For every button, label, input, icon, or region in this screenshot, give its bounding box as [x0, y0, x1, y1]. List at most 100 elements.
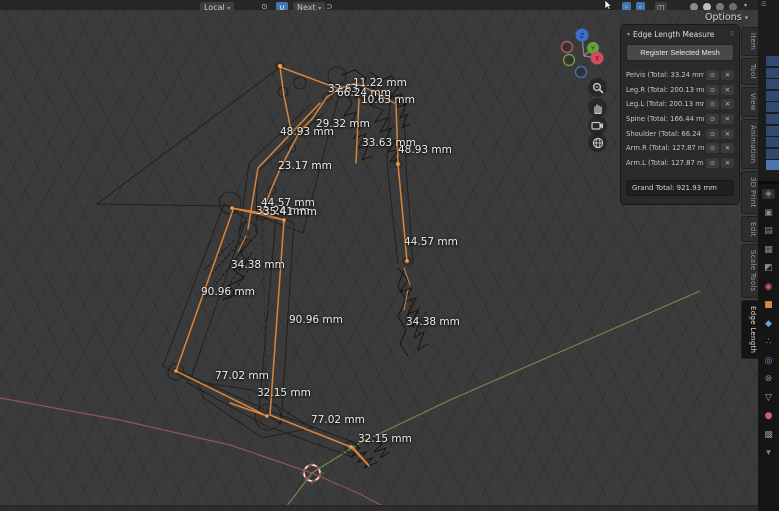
show-gizmo-toggle[interactable]: ◦	[622, 2, 631, 10]
tab-3d-print[interactable]: 3D Print	[741, 171, 758, 214]
navigation-gizmo[interactable]: Z Y X	[556, 16, 612, 86]
outliner-row[interactable]	[766, 90, 779, 101]
properties-tab-view-layer[interactable]: ▦	[764, 245, 773, 255]
zoom-tool-button[interactable]	[588, 78, 607, 97]
edge-length-label: 48.93 mm	[280, 126, 334, 138]
outliner-menu-icon[interactable]: ☰	[761, 1, 766, 8]
visibility-eye-button[interactable]: ⊙	[706, 114, 719, 125]
properties-tab-scene[interactable]: ◩	[764, 263, 773, 273]
pivot-point-icon[interactable]: ⊙	[261, 2, 268, 10]
outliner-row[interactable]	[766, 79, 779, 90]
tab-tool[interactable]: Tool	[741, 58, 758, 85]
properties-rail-expand-icon[interactable]: ▾	[766, 448, 771, 458]
shading-solid-icon[interactable]	[703, 3, 711, 10]
outliner-selected-rows[interactable]	[766, 56, 779, 172]
outliner-row[interactable]	[766, 102, 779, 113]
edge-length-label: 23.17 mm	[278, 160, 332, 172]
measure-row-leg-r: Leg.R (Total: 200.13 mm) ⊙ ✕	[626, 83, 734, 98]
measure-row-leg-l: Leg.L (Total: 200.13 mm) ⊙ ✕	[626, 97, 734, 112]
options-dropdown[interactable]: Options ▾	[705, 12, 748, 23]
edge-length-label: 77.02 mm	[311, 414, 365, 426]
properties-tab-modifiers[interactable]: ◆	[765, 319, 772, 329]
transform-orientation-dropdown[interactable]: Local ▾	[200, 2, 235, 10]
xray-toggle[interactable]: ◫	[655, 2, 667, 10]
perspective-toggle-button[interactable]	[588, 133, 607, 152]
sidebar-tab-strip: Item Tool View Animation 3D Print Edit S…	[741, 27, 758, 360]
gizmo-x-neg-axis[interactable]	[560, 40, 574, 54]
shading-rendered-icon[interactable]	[729, 3, 737, 10]
pan-tool-button[interactable]	[588, 98, 607, 117]
shading-material-icon[interactable]	[716, 3, 724, 10]
delete-x-button[interactable]: ✕	[721, 143, 734, 154]
status-bar-edge	[0, 505, 758, 511]
drag-grip-icon[interactable]: ⠿	[730, 31, 734, 38]
outliner-row[interactable]	[766, 56, 779, 66]
visibility-eye-button[interactable]: ⊙	[706, 143, 719, 154]
grid-sphere-icon	[592, 137, 603, 148]
y-axis-line	[282, 290, 701, 511]
outliner-row[interactable]	[766, 125, 779, 136]
tab-scale-tools[interactable]: Scale Tools	[741, 244, 758, 299]
visibility-eye-button[interactable]: ⊙	[706, 70, 719, 81]
tab-view[interactable]: View	[741, 86, 758, 117]
camera-icon	[591, 121, 603, 130]
outliner-row[interactable]	[766, 137, 779, 148]
edge-length-label: 35.41 mm	[263, 206, 317, 218]
properties-tab-tool[interactable]: ◈	[762, 189, 775, 199]
edge-length-label: 77.02 mm	[215, 370, 269, 382]
visibility-eye-button[interactable]: ⊙	[706, 84, 719, 95]
chevron-down-icon: ▾	[318, 5, 322, 10]
delete-x-button[interactable]: ✕	[721, 128, 734, 139]
properties-tab-object[interactable]: ■	[764, 300, 773, 310]
delete-x-button[interactable]: ✕	[721, 114, 734, 125]
edge-length-label: 90.96 mm	[289, 314, 343, 326]
register-selected-mesh-button[interactable]: Register Selected Mesh	[626, 44, 734, 61]
row-label: Arm.L (Total: 127.87 mm)	[626, 158, 704, 167]
outliner-row[interactable]	[766, 67, 779, 78]
properties-tab-constraints[interactable]: ⊗	[765, 374, 773, 384]
visibility-eye-button[interactable]: ⊙	[706, 99, 719, 110]
collapse-chevron-icon[interactable]: ▾	[627, 31, 630, 38]
chevron-down-icon: ▾	[744, 14, 749, 22]
measure-row-shoulder: Shoulder (Total: 66.24 … ⊙ ✕	[626, 126, 734, 141]
tab-edit[interactable]: Edit	[741, 215, 758, 243]
properties-tab-particles[interactable]: ∴	[766, 337, 772, 347]
gizmo-x-label: X	[595, 56, 599, 63]
delete-x-button[interactable]: ✕	[721, 70, 734, 81]
show-overlays-toggle[interactable]: ◦	[636, 2, 645, 10]
hand-icon	[593, 103, 602, 114]
measure-row-arm-r: Arm.R (Total: 127.87 mm) ⊙ ✕	[626, 141, 734, 156]
properties-tab-physics[interactable]: ◎	[765, 356, 773, 366]
delete-x-button[interactable]: ✕	[721, 99, 734, 110]
properties-tab-material[interactable]: ●	[765, 411, 773, 421]
visibility-eye-button[interactable]: ⊙	[706, 157, 719, 168]
tab-edge-length[interactable]: Edge Length	[741, 300, 758, 360]
properties-tab-texture[interactable]: ▩	[764, 430, 773, 440]
measure-row-spine: Spine (Total: 166.44 mm) ⊙ ✕	[626, 112, 734, 127]
properties-tab-output[interactable]: ▤	[764, 226, 773, 236]
shading-dropdown-icon[interactable]: ▾	[744, 2, 747, 9]
gizmo-z-neg-axis[interactable]	[574, 65, 588, 79]
outliner-row[interactable]	[766, 148, 779, 159]
snap-magnet-toggle[interactable]: ∪	[276, 2, 288, 10]
outliner-row-active[interactable]	[766, 160, 779, 171]
visibility-eye-button[interactable]: ⊙	[706, 128, 719, 139]
panel-header[interactable]: ▾ Edge Length Measure ⠿	[627, 30, 734, 39]
panel-title: Edge Length Measure	[633, 30, 715, 39]
snap-mode-dropdown[interactable]: Next ▾	[293, 2, 326, 10]
edge-length-label: 32.15 mm	[358, 433, 412, 445]
shading-wireframe-icon[interactable]	[690, 3, 698, 10]
properties-tab-world[interactable]: ◉	[765, 282, 773, 292]
gizmo-y-neg-axis[interactable]	[562, 53, 576, 67]
edge-length-label: 34.38 mm	[406, 316, 460, 328]
properties-tab-object-data[interactable]: ▽	[765, 393, 772, 403]
tab-item[interactable]: Item	[741, 27, 758, 57]
row-label: Pelvis (Total: 33.24 mm)	[626, 71, 704, 80]
proportional-edit-icon[interactable]: ⊃	[326, 2, 333, 10]
edge-length-label: 44.57 mm	[404, 236, 458, 248]
delete-x-button[interactable]: ✕	[721, 157, 734, 168]
outliner-row[interactable]	[766, 113, 779, 124]
delete-x-button[interactable]: ✕	[721, 84, 734, 95]
tab-animation[interactable]: Animation	[741, 118, 758, 170]
properties-tab-render[interactable]: ▣	[764, 208, 773, 218]
